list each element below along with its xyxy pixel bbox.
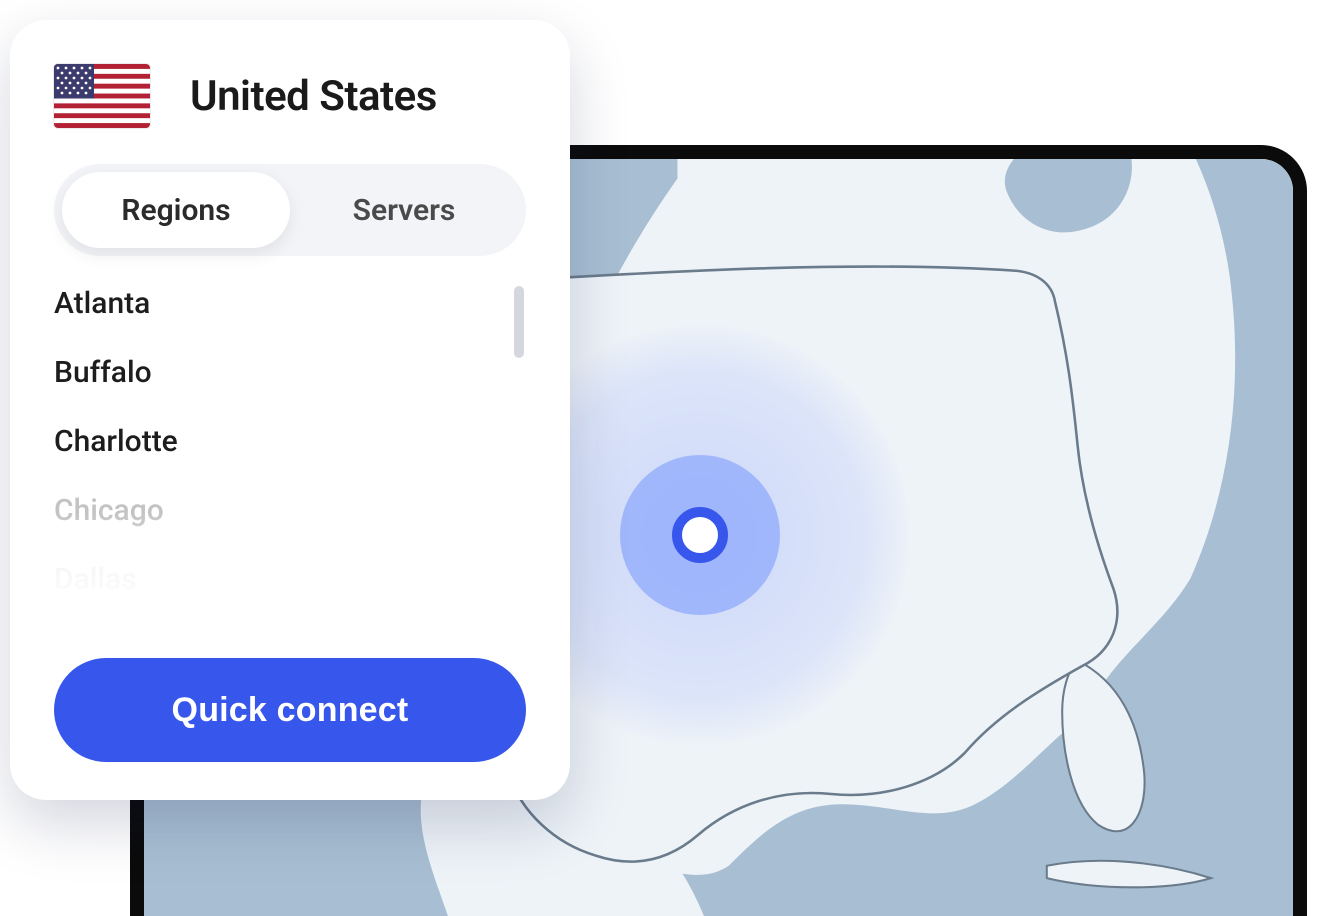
scrollbar-thumb[interactable]	[514, 286, 524, 358]
quick-connect-button[interactable]: Quick connect	[54, 658, 526, 762]
region-item[interactable]: Chicago	[54, 493, 526, 528]
tab-switcher: Regions Servers	[54, 164, 526, 256]
tab-regions-label: Regions	[121, 193, 230, 228]
quick-connect-label: Quick connect	[172, 691, 409, 729]
region-scroll-area[interactable]: Atlanta Buffalo Charlotte Chicago Dallas	[54, 286, 526, 650]
region-item[interactable]: Atlanta	[54, 286, 526, 321]
region-label: Dallas	[54, 562, 137, 597]
tab-servers-label: Servers	[353, 193, 456, 228]
tab-servers[interactable]: Servers	[290, 172, 518, 248]
location-panel: United States Regions Servers Atlanta Bu…	[10, 20, 570, 800]
region-item[interactable]: Charlotte	[54, 424, 526, 459]
tab-regions[interactable]: Regions	[62, 172, 290, 248]
region-item[interactable]: Buffalo	[54, 355, 526, 390]
panel-header: United States	[54, 64, 526, 128]
region-label: Charlotte	[54, 424, 178, 459]
region-label: Chicago	[54, 493, 164, 528]
region-item[interactable]: Dallas	[54, 562, 526, 597]
region-list: Atlanta Buffalo Charlotte Chicago Dallas	[54, 286, 526, 597]
us-flag-icon	[54, 64, 150, 128]
region-label: Atlanta	[54, 286, 150, 321]
country-name: United States	[190, 72, 437, 121]
region-label: Buffalo	[54, 355, 152, 390]
